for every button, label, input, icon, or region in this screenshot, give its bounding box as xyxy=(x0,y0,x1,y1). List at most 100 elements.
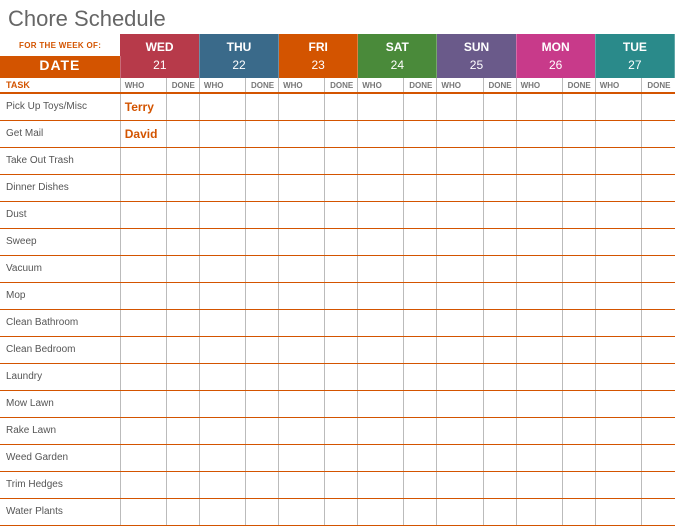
done-cell[interactable] xyxy=(562,201,595,228)
done-cell[interactable] xyxy=(325,228,358,255)
done-cell[interactable] xyxy=(246,255,279,282)
who-cell[interactable] xyxy=(595,93,641,120)
who-cell[interactable] xyxy=(595,444,641,471)
who-cell[interactable] xyxy=(595,282,641,309)
who-cell[interactable] xyxy=(516,93,562,120)
who-cell[interactable] xyxy=(437,390,483,417)
who-cell[interactable] xyxy=(437,147,483,174)
done-cell[interactable] xyxy=(325,120,358,147)
done-cell[interactable] xyxy=(641,255,674,282)
who-cell[interactable] xyxy=(358,471,404,498)
who-cell[interactable] xyxy=(358,228,404,255)
who-cell[interactable] xyxy=(516,444,562,471)
done-cell[interactable] xyxy=(641,228,674,255)
who-cell[interactable] xyxy=(120,471,166,498)
done-cell[interactable] xyxy=(562,498,595,525)
who-cell[interactable] xyxy=(120,228,166,255)
done-cell[interactable] xyxy=(404,174,437,201)
who-cell[interactable] xyxy=(516,174,562,201)
done-cell[interactable] xyxy=(641,390,674,417)
done-cell[interactable] xyxy=(246,471,279,498)
who-cell[interactable] xyxy=(516,471,562,498)
done-cell[interactable] xyxy=(325,147,358,174)
done-cell[interactable] xyxy=(404,147,437,174)
done-cell[interactable] xyxy=(166,309,199,336)
done-cell[interactable] xyxy=(641,174,674,201)
done-cell[interactable] xyxy=(404,201,437,228)
who-cell[interactable] xyxy=(358,255,404,282)
who-cell[interactable] xyxy=(516,120,562,147)
who-cell[interactable] xyxy=(595,255,641,282)
who-cell[interactable] xyxy=(199,147,245,174)
done-cell[interactable] xyxy=(246,147,279,174)
done-cell[interactable] xyxy=(483,471,516,498)
who-cell[interactable] xyxy=(120,390,166,417)
who-cell[interactable] xyxy=(120,336,166,363)
done-cell[interactable] xyxy=(483,93,516,120)
who-cell[interactable] xyxy=(358,174,404,201)
done-cell[interactable] xyxy=(325,255,358,282)
who-cell[interactable] xyxy=(279,471,325,498)
who-cell[interactable] xyxy=(279,336,325,363)
done-cell[interactable] xyxy=(246,363,279,390)
who-cell[interactable] xyxy=(437,174,483,201)
who-cell[interactable] xyxy=(279,93,325,120)
done-cell[interactable] xyxy=(562,363,595,390)
who-cell[interactable] xyxy=(437,498,483,525)
done-cell[interactable] xyxy=(246,498,279,525)
who-cell[interactable] xyxy=(279,390,325,417)
who-cell[interactable] xyxy=(199,228,245,255)
done-cell[interactable] xyxy=(166,471,199,498)
who-cell[interactable] xyxy=(358,309,404,336)
done-cell[interactable] xyxy=(562,147,595,174)
who-cell[interactable] xyxy=(516,336,562,363)
done-cell[interactable] xyxy=(166,255,199,282)
done-cell[interactable] xyxy=(166,363,199,390)
done-cell[interactable] xyxy=(325,174,358,201)
done-cell[interactable] xyxy=(246,390,279,417)
who-cell[interactable] xyxy=(120,444,166,471)
who-cell[interactable] xyxy=(595,417,641,444)
who-cell[interactable] xyxy=(199,336,245,363)
who-cell[interactable] xyxy=(358,390,404,417)
who-cell[interactable] xyxy=(358,282,404,309)
who-cell[interactable] xyxy=(595,336,641,363)
done-cell[interactable] xyxy=(166,498,199,525)
who-cell[interactable] xyxy=(279,282,325,309)
done-cell[interactable] xyxy=(246,228,279,255)
done-cell[interactable] xyxy=(483,390,516,417)
done-cell[interactable] xyxy=(641,444,674,471)
who-cell[interactable] xyxy=(199,417,245,444)
done-cell[interactable] xyxy=(246,309,279,336)
who-cell[interactable] xyxy=(199,309,245,336)
who-cell[interactable] xyxy=(120,147,166,174)
done-cell[interactable] xyxy=(562,93,595,120)
done-cell[interactable] xyxy=(325,498,358,525)
done-cell[interactable] xyxy=(325,390,358,417)
who-cell[interactable] xyxy=(516,309,562,336)
who-cell[interactable] xyxy=(595,201,641,228)
done-cell[interactable] xyxy=(641,498,674,525)
who-cell[interactable] xyxy=(437,336,483,363)
done-cell[interactable] xyxy=(325,471,358,498)
done-cell[interactable] xyxy=(325,444,358,471)
who-cell[interactable] xyxy=(516,390,562,417)
done-cell[interactable] xyxy=(483,174,516,201)
done-cell[interactable] xyxy=(166,147,199,174)
done-cell[interactable] xyxy=(641,93,674,120)
who-cell[interactable] xyxy=(437,363,483,390)
done-cell[interactable] xyxy=(404,363,437,390)
who-cell[interactable] xyxy=(358,147,404,174)
done-cell[interactable] xyxy=(325,282,358,309)
who-cell[interactable] xyxy=(120,498,166,525)
who-cell[interactable] xyxy=(595,309,641,336)
done-cell[interactable] xyxy=(562,255,595,282)
done-cell[interactable] xyxy=(562,417,595,444)
who-cell[interactable] xyxy=(358,498,404,525)
done-cell[interactable] xyxy=(483,363,516,390)
who-cell[interactable] xyxy=(358,363,404,390)
done-cell[interactable] xyxy=(562,282,595,309)
done-cell[interactable] xyxy=(325,363,358,390)
done-cell[interactable] xyxy=(404,336,437,363)
done-cell[interactable] xyxy=(404,390,437,417)
